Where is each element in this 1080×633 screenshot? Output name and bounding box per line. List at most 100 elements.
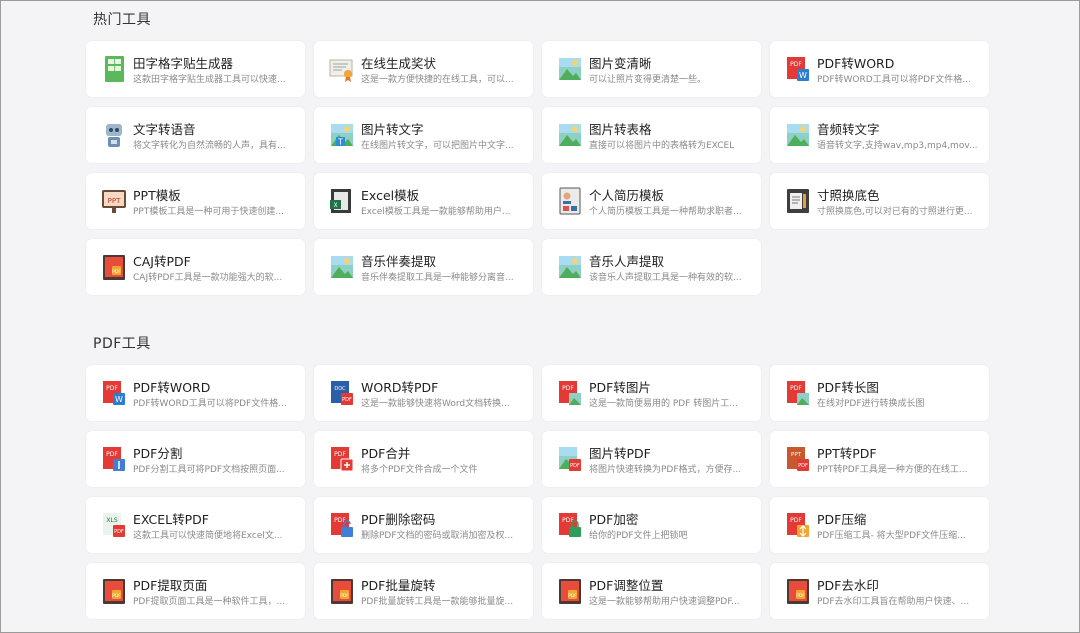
tool-description: 该音乐人声提取工具是一种有效的软...	[589, 273, 742, 283]
tool-card[interactable]: PDF PDF调整位置这是一款能够帮助用户快速调整PDF...	[542, 563, 761, 619]
tool-name: 图片转PDF	[589, 446, 651, 461]
tool-card[interactable]: PDF PDF去水印 PDF去水印工具旨在帮助用户快速、...	[770, 563, 989, 619]
tool-description: 在线对PDF进行转换成长图	[817, 399, 925, 409]
svg-text:PDF: PDF	[570, 463, 580, 469]
tool-description: PDF去水印工具旨在帮助用户快速、...	[817, 597, 970, 607]
tool-card[interactable]: PPT PDF PPT转PDF PPT转PDF工具是一种方便的在线工...	[770, 431, 989, 487]
tool-description: CAJ转PDF工具是一款功能强大的软...	[133, 273, 283, 283]
excel-template-icon: X	[328, 186, 356, 216]
svg-text:PDF: PDF	[796, 593, 805, 599]
tool-card[interactable]: T 图片转文字在线图片转文字，可以把图片中文字...	[314, 107, 533, 163]
certificate-icon	[328, 54, 356, 84]
tool-name: PDF批量旋转	[361, 578, 436, 593]
image-text-icon: T	[328, 120, 356, 150]
tool-card[interactable]: PDF PDF分割 PDF分割工具可将PDF文档按照页面...	[86, 431, 305, 487]
tool-card[interactable]: 音乐伴奏提取 音乐伴奏提取工具是一种能够分离音...	[314, 239, 533, 295]
image-to-pdf-icon: PDF	[556, 444, 584, 474]
pdf-to-image-icon: PDF	[556, 378, 584, 408]
tool-name: 音乐伴奏提取	[361, 254, 437, 269]
image-icon	[556, 54, 584, 84]
svg-text:PDF: PDF	[106, 385, 118, 392]
tool-description: 这是一款能够帮助用户快速调整PDF...	[589, 597, 740, 607]
tool-card[interactable]: PDF PDF删除密码 删除PDF文档的密码或取消加密及权...	[314, 497, 533, 553]
svg-text:PDF: PDF	[568, 593, 577, 599]
word-to-pdf-icon: DOC PDF	[328, 378, 356, 408]
tool-card[interactable]: 文字转语音 将文字转化为自然流畅的人声，具有...	[86, 107, 305, 163]
tool-card[interactable]: 图片变清晰 可以让照片变得更清楚一些。	[542, 41, 761, 97]
tool-card[interactable]: PDF W PDF转WORD PDF转WORD工具可以将PDF文件格...	[86, 365, 305, 421]
tool-card[interactable]: PDF PDF转图片 这是一款简便易用的 PDF 转图片工...	[542, 365, 761, 421]
tool-name: EXCEL转PDF	[133, 512, 209, 527]
tool-description: 将多个PDF文件合成一个文件	[361, 465, 478, 475]
tool-description: 这是一款方便快捷的在线工具，可以...	[361, 75, 514, 85]
tool-card[interactable]: 图片转表格 直接可以将图片中的表格转为EXCEL	[542, 107, 761, 163]
image-icon	[556, 252, 584, 282]
tool-card[interactable]: 个人简历模板 个人简历模板工具是一种帮助求职者...	[542, 173, 761, 229]
tool-card[interactable]: PDF W PDF转WORD PDF转WORD工具可以将PDF文件格...	[770, 41, 989, 97]
book-icon: PDF	[556, 576, 584, 606]
tool-name: 图片变清晰	[589, 56, 652, 71]
svg-text:PDF: PDF	[342, 397, 352, 403]
tool-card[interactable]: PDF PDF加密 给你的PDF文件上把锁吧	[542, 497, 761, 553]
svg-text:DOC: DOC	[334, 386, 346, 392]
excel-to-pdf-icon: XLS PDF	[100, 510, 128, 540]
svg-text:PDF: PDF	[798, 463, 808, 469]
tool-description: 个人简历模板工具是一种帮助求职者...	[589, 207, 742, 217]
image-icon	[784, 120, 812, 150]
tool-card[interactable]: 在线生成奖状这是一款方便快捷的在线工具，可以...	[314, 41, 533, 97]
ppt-to-pdf-icon: PPT PDF	[784, 444, 812, 474]
tool-description: 在线图片转文字，可以把图片中文字...	[361, 141, 514, 151]
tool-description: PDF转WORD工具可以将PDF文件格...	[133, 399, 287, 409]
svg-text:X: X	[333, 202, 337, 209]
svg-text:PDF: PDF	[340, 593, 349, 599]
tool-card[interactable]: PDF PDF转长图 在线对PDF进行转换成长图	[770, 365, 989, 421]
tool-name: 图片转文字	[361, 122, 424, 137]
tool-name: PDF删除密码	[361, 512, 436, 527]
tool-card[interactable]: PDF CAJ转PDF CAJ转PDF工具是一款功能强大的软...	[86, 239, 305, 295]
tool-card[interactable]: PDF 图片转PDF 将图片快速转换为PDF格式，方便存...	[542, 431, 761, 487]
tool-card[interactable]: 音乐人声提取该音乐人声提取工具是一种有效的软...	[542, 239, 761, 295]
robot-icon	[100, 120, 128, 150]
svg-text:PDF: PDF	[112, 593, 121, 599]
tool-card[interactable]: PDF PDF合并 将多个PDF文件合成一个文件	[314, 431, 533, 487]
tool-description: Excel模板工具是一款能够帮助用户...	[361, 207, 511, 217]
tool-name: PDF加密	[589, 512, 639, 527]
tool-card[interactable]: 田字格字贴生成器 这款田字格字贴生成器工具可以快速...	[86, 41, 305, 97]
tool-name: PDF转WORD	[817, 56, 895, 71]
svg-text:PDF: PDF	[790, 61, 802, 68]
svg-text:PDF: PDF	[114, 529, 124, 535]
tool-name: 在线生成奖状	[361, 56, 437, 71]
section-title-pdf-tools: PDF工具	[93, 336, 151, 352]
resume-icon	[556, 186, 584, 216]
tool-description: 语音转文字,支持wav,mp3,mp4,mov...	[817, 141, 978, 151]
tool-name: PDF压缩	[817, 512, 867, 527]
tool-card[interactable]: PDF PDF压缩 PDF压缩工具- 将大型PDF文件压缩...	[770, 497, 989, 553]
tool-card[interactable]: XLS PDF EXCEL转PDF 这款工具可以快速简便地将Excel文...	[86, 497, 305, 553]
tool-name: 音乐人声提取	[589, 254, 665, 269]
pdf-encrypt-icon: PDF	[556, 510, 584, 540]
pdf-to-image-icon: PDF	[784, 378, 812, 408]
book-icon: PDF	[328, 576, 356, 606]
tool-name: PDF调整位置	[589, 578, 664, 593]
tool-name: PDF合并	[361, 446, 411, 461]
image-icon	[556, 120, 584, 150]
tool-name: PDF转WORD	[133, 380, 211, 395]
tool-card[interactable]: PDF PDF提取页面 PDF提取页面工具是一种软件工具，...	[86, 563, 305, 619]
tool-description: 直接可以将图片中的表格转为EXCEL	[589, 141, 735, 151]
tool-card[interactable]: DOC PDF WORD转PDF 这是一款能够快速将Word文档转换...	[314, 365, 533, 421]
tool-name: PDF分割	[133, 446, 183, 461]
tool-card[interactable]: PDF PDF批量旋转 PDF批量旋转工具是一款能够批量旋...	[314, 563, 533, 619]
svg-text:PPT: PPT	[108, 197, 121, 205]
tool-name: CAJ转PDF	[133, 254, 191, 269]
tool-card[interactable]: X Excel模板 Excel模板工具是一款能够帮助用户...	[314, 173, 533, 229]
pdf-split-icon: PDF	[100, 444, 128, 474]
tool-card[interactable]: PPT PPT模板 PPT模板工具是一种可用于快速创建...	[86, 173, 305, 229]
tool-card[interactable]: 寸照换底色 寸照换底色,可以对已有的寸照进行更...	[770, 173, 989, 229]
tool-card[interactable]: 音频转文字 语音转文字,支持wav,mp3,mp4,mov...	[770, 107, 989, 163]
svg-text:PDF: PDF	[106, 451, 118, 458]
ppt-template-icon: PPT	[100, 186, 128, 216]
tool-name: Excel模板	[361, 188, 420, 203]
tool-description: PDF提取页面工具是一种软件工具，...	[133, 597, 286, 607]
book-icon: PDF	[100, 576, 128, 606]
svg-text:W: W	[115, 395, 123, 404]
